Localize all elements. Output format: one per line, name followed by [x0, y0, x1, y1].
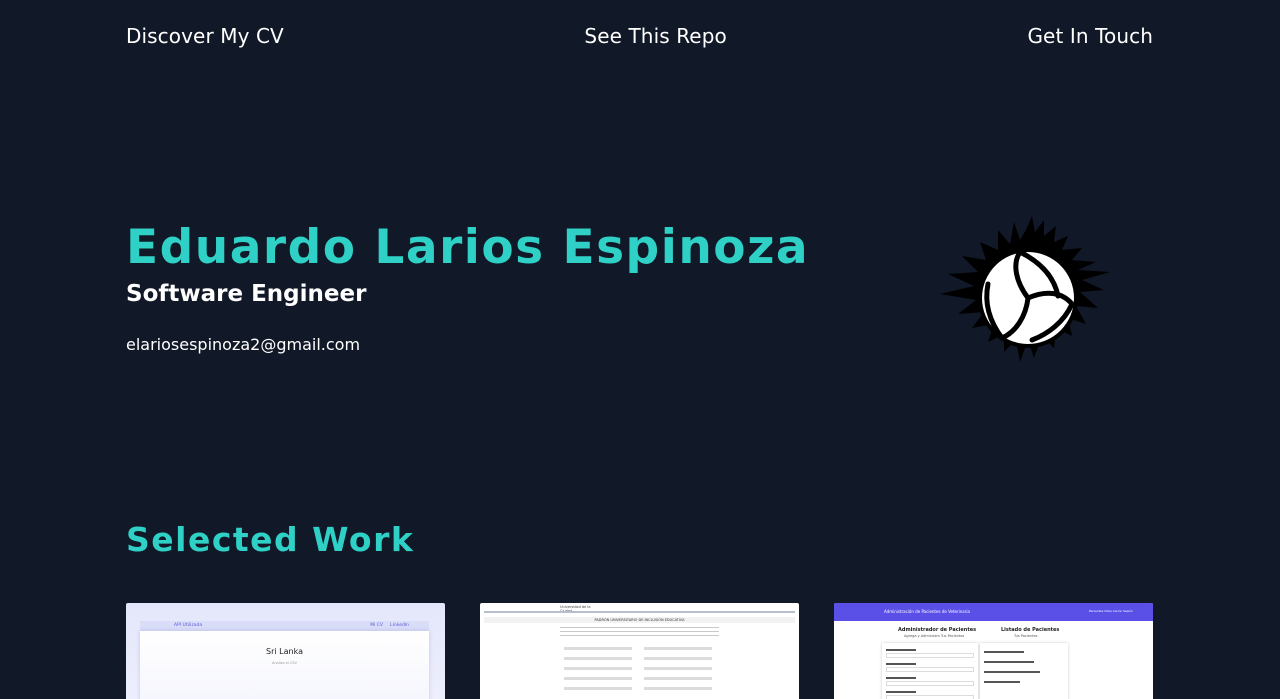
form-field — [644, 677, 712, 680]
work-card-veterinaria[interactable]: Administración de Pacientes de Veterinar… — [834, 603, 1153, 699]
section-title-selected-work: Selected Work — [126, 520, 415, 559]
form-field — [564, 647, 632, 650]
card-title: Sri Lanka — [266, 647, 303, 656]
form-field — [644, 687, 712, 690]
list-row — [984, 661, 1034, 663]
nav-link-repo[interactable]: See This Repo — [584, 24, 726, 48]
card-nav-linkedin: LinkedIn — [390, 623, 409, 628]
work-card-sri-lanka[interactable]: API Utilizada Mi CV LinkedIn Sri Lanka A… — [126, 603, 445, 699]
form-field — [564, 667, 632, 670]
card-left-heading: Administrador de Pacientes — [898, 627, 977, 633]
card-subtitle: Analiza el CSV — [271, 661, 298, 665]
form-field — [886, 667, 974, 672]
card-topbar: Administración de Pacientes de Veterinar… — [834, 603, 1153, 621]
form-field — [886, 681, 974, 686]
card-right-subheading: Tus Pacientes — [1014, 634, 1038, 638]
work-card-padron[interactable]: Universidad de la Ciudad PADRÓN UNIVERSI… — [480, 603, 799, 699]
card-nav-api: API Utilizada — [174, 623, 203, 628]
form-label — [886, 649, 916, 651]
form-label — [886, 677, 916, 679]
nav-link-cv[interactable]: Discover My CV — [126, 24, 284, 48]
nav-link-contact[interactable]: Get In Touch — [1027, 24, 1153, 48]
form-label — [886, 663, 916, 665]
form-field — [644, 647, 712, 650]
card-topbar-links: Pacientes Citas Cerrar Sesión — [1088, 609, 1133, 613]
card-topbar-title: Administración de Pacientes de Veterinar… — [884, 609, 970, 614]
list-row — [984, 651, 1024, 653]
text-line — [560, 627, 719, 628]
card-patient-list — [980, 643, 1068, 699]
hero-email: elariosespinoza2@gmail.com — [126, 335, 361, 354]
card-right-heading: Listado de Pacientes — [1001, 627, 1060, 633]
card-left-subheading: Agrega y Administra Tus Pacientes — [904, 634, 965, 638]
card-navbar: API Utilizada Mi CV LinkedIn — [140, 621, 429, 631]
form-field — [564, 687, 632, 690]
card-logo: Universidad de la Ciudad — [560, 605, 591, 613]
card-panel: Sri Lanka Analiza el CSV — [140, 631, 429, 699]
page: Discover My CV See This Repo Get In Touc… — [0, 0, 1280, 699]
volleyball-icon — [940, 216, 1110, 362]
hero-name: Eduardo Larios Espinoza — [126, 220, 810, 275]
card-nav-cv: Mi CV — [370, 623, 383, 628]
top-nav: Discover My CV See This Repo Get In Touc… — [126, 22, 1153, 50]
card-patient-form — [882, 643, 978, 699]
form-field — [564, 677, 632, 680]
form-field — [886, 695, 974, 699]
form-field — [644, 657, 712, 660]
text-line — [560, 631, 719, 632]
form-label — [886, 691, 916, 693]
hero-role: Software Engineer — [126, 281, 367, 307]
card-divider — [484, 611, 795, 613]
card-heading: PADRÓN UNIVERSITARIO DE INCLUSIÓN EDUCAT… — [484, 617, 795, 623]
form-field — [644, 667, 712, 670]
text-line — [560, 635, 719, 636]
list-row — [984, 681, 1020, 683]
form-field — [564, 657, 632, 660]
list-row — [984, 671, 1040, 673]
card-paragraph — [560, 627, 719, 639]
form-field — [886, 653, 974, 658]
